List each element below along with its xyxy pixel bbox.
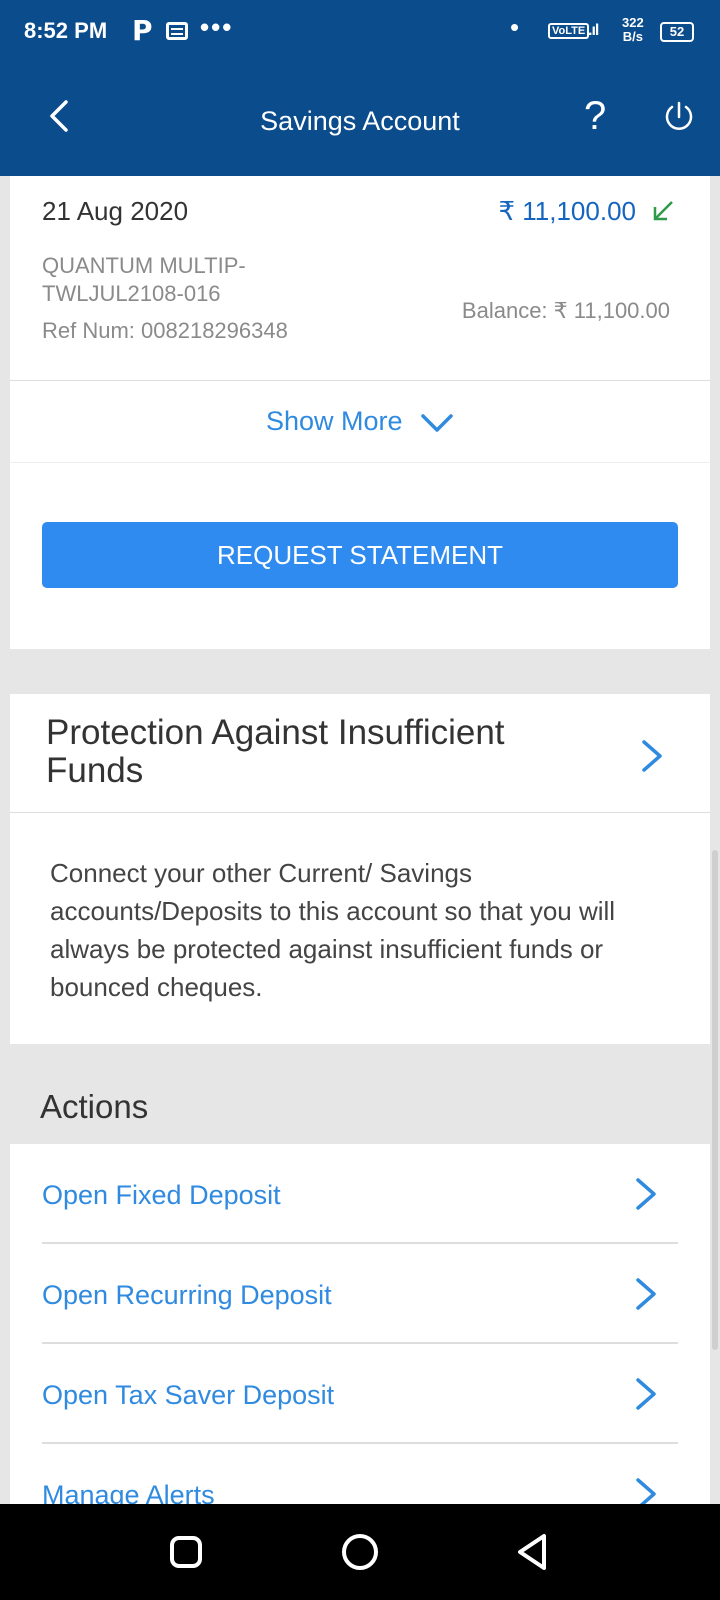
- protection-card[interactable]: Protection Against Insufficient Funds Co…: [10, 694, 710, 1044]
- help-button[interactable]: ?: [584, 94, 606, 139]
- chevron-right-icon: [636, 1178, 656, 1210]
- divider: [10, 380, 710, 381]
- status-time: 8:52 PM: [24, 18, 108, 43]
- chevron-right-icon[interactable]: [638, 738, 666, 774]
- divider: [10, 462, 710, 463]
- volte-icon: VoLTE: [548, 23, 590, 39]
- transaction-description: QUANTUM MULTIP-TWLJUL2108-016: [42, 253, 246, 306]
- action-label: Manage Alerts: [42, 1480, 215, 1504]
- actions-list: Open Fixed Deposit Open Recurring Deposi…: [10, 1144, 710, 1504]
- scrollbar[interactable]: [712, 850, 718, 1350]
- action-open-tax-saver-deposit[interactable]: Open Tax Saver Deposit: [42, 1344, 678, 1444]
- message-icon: [166, 22, 188, 40]
- action-label: Open Tax Saver Deposit: [42, 1380, 335, 1410]
- chevron-right-icon: [636, 1278, 656, 1310]
- status-bar: 8:52 PM P ••• • VoLTE .ıl 322 B/s 52: [0, 0, 720, 66]
- transaction-date: 21 Aug 2020: [42, 196, 189, 226]
- network-speed-unit: B/s: [622, 29, 643, 44]
- transaction-ref-number: Ref Num: 008218296348: [42, 318, 288, 343]
- arrow-down-left-icon: [653, 201, 673, 221]
- show-more-label: Show More: [265, 406, 403, 436]
- chevron-right-icon: [636, 1478, 656, 1504]
- chevron-down-icon: [421, 414, 453, 432]
- protection-description: Connect your other Current/ Savings acco…: [50, 858, 616, 1002]
- transaction-amount: ₹ 11,100.00: [498, 196, 636, 226]
- protection-title: Protection Against Insufficient Funds: [46, 713, 505, 790]
- action-label: Open Recurring Deposit: [42, 1280, 332, 1310]
- divider: [10, 812, 710, 813]
- notification-dot-icon: •: [510, 12, 520, 42]
- transaction-card: 21 Aug 2020 ₹ 11,100.00 QUANTUM MULTIP-T…: [10, 176, 710, 649]
- network-speed-value: 322: [622, 15, 644, 30]
- network-speed: 322 B/s: [622, 16, 644, 44]
- back-triangle-icon[interactable]: [512, 1530, 556, 1574]
- more-notifications-icon: •••: [200, 12, 234, 42]
- app-header: Savings Account ?: [0, 66, 720, 176]
- parking-app-icon: P: [132, 14, 153, 47]
- action-open-fixed-deposit[interactable]: Open Fixed Deposit: [42, 1144, 678, 1244]
- action-open-recurring-deposit[interactable]: Open Recurring Deposit: [42, 1244, 678, 1344]
- signal-icon: .ıl: [588, 22, 599, 39]
- action-label: Open Fixed Deposit: [42, 1180, 281, 1210]
- actions-heading: Actions: [40, 1088, 149, 1125]
- recent-apps-icon[interactable]: [164, 1530, 208, 1574]
- page-title: Savings Account: [260, 106, 460, 136]
- action-manage-alerts[interactable]: Manage Alerts: [42, 1444, 678, 1504]
- battery-icon: 52: [660, 22, 694, 42]
- transaction-balance: Balance: ₹ 11,100.00: [461, 298, 670, 323]
- show-more-button[interactable]: Show More: [10, 406, 710, 437]
- chevron-right-icon: [636, 1378, 656, 1410]
- request-statement-button[interactable]: REQUEST STATEMENT: [42, 522, 678, 588]
- power-icon[interactable]: [662, 100, 696, 134]
- system-nav-bar: [0, 1504, 720, 1600]
- home-icon[interactable]: [338, 1530, 382, 1574]
